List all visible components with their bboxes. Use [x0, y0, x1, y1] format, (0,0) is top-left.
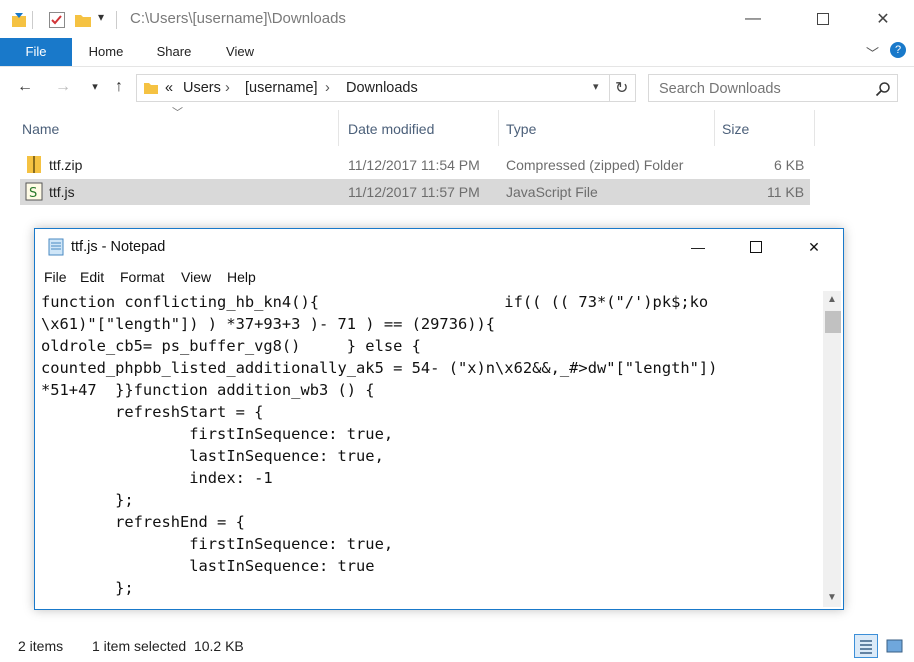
notepad-minimize-button[interactable]: —	[669, 229, 727, 265]
explorer-title-bar: ▾ C:\Users\[username]\Downloads — ✕	[0, 0, 914, 39]
menu-help[interactable]: Help	[227, 269, 256, 285]
notepad-window[interactable]: ttf.js - Notepad — ✕ File Edit Format Vi…	[34, 228, 844, 610]
breadcrumb-separator-icon[interactable]: ›	[325, 80, 330, 96]
menu-format[interactable]: Format	[120, 269, 164, 285]
script-file-icon: S	[25, 182, 43, 201]
menu-edit[interactable]: Edit	[80, 269, 104, 285]
customize-toolbar-chevron-icon[interactable]: ▾	[98, 10, 104, 24]
status-bar: 2 items 1 item selected 10.2 KB	[0, 630, 914, 662]
file-name[interactable]: ttf.zip	[49, 157, 82, 173]
file-name[interactable]: ttf.js	[49, 184, 75, 200]
large-icons-view-button[interactable]	[882, 634, 906, 658]
scrollbar-thumb[interactable]	[825, 311, 841, 333]
sort-indicator-icon: ﹀	[172, 107, 183, 119]
item-count: 2 items	[18, 638, 64, 654]
new-folder-icon[interactable]	[74, 11, 92, 29]
address-history-chevron-icon[interactable]: ▾	[593, 80, 599, 93]
maximize-button[interactable]	[800, 0, 846, 38]
back-arrow-icon: ←	[17, 78, 33, 95]
search-box[interactable]	[648, 74, 898, 102]
breadcrumb-username[interactable]: [username]	[245, 80, 318, 96]
details-view-button[interactable]	[854, 634, 878, 658]
forward-button[interactable]: →	[50, 74, 76, 100]
notepad-title: ttf.js - Notepad	[71, 239, 166, 255]
refresh-icon[interactable]: ↻	[615, 78, 628, 98]
tab-view[interactable]: View	[214, 38, 266, 66]
selection-info: 1 item selected 10.2 KB	[92, 638, 244, 654]
column-header-size[interactable]: Size	[722, 116, 749, 142]
tab-share[interactable]: Share	[146, 38, 202, 66]
minimize-button[interactable]: —	[730, 0, 776, 38]
forward-arrow-icon: →	[55, 78, 71, 95]
column-header-type[interactable]: Type	[506, 116, 536, 142]
minimize-icon: —	[745, 10, 761, 27]
ribbon-tabs: File Home Share View ﹀ ?	[0, 38, 914, 67]
expand-ribbon-chevron-icon[interactable]: ﹀	[866, 43, 879, 62]
tab-file[interactable]: File	[0, 38, 72, 66]
address-bar[interactable]: « Users › [username] › Downloads ▾ ↻	[136, 74, 636, 102]
vertical-scrollbar[interactable]: ▲ ▼	[823, 291, 841, 607]
check-properties-icon[interactable]	[48, 11, 66, 29]
notepad-title-bar[interactable]: ttf.js - Notepad — ✕	[35, 229, 843, 265]
scroll-up-arrow-icon[interactable]: ▲	[823, 291, 841, 309]
column-divider[interactable]	[498, 110, 499, 146]
svg-text:S: S	[29, 186, 37, 201]
file-type: JavaScript File	[506, 184, 598, 200]
file-row-selected[interactable]: S ttf.js 11/12/2017 11:57 PM JavaScript …	[20, 179, 810, 205]
search-input[interactable]	[657, 79, 871, 99]
notepad-text-area[interactable]: function conflicting_hb_kn4(){ if(( (( 7…	[41, 291, 823, 607]
column-header-name[interactable]: Name	[22, 116, 59, 142]
file-date-modified: 11/12/2017 11:57 PM	[348, 184, 480, 200]
notepad-maximize-button[interactable]	[727, 229, 785, 265]
menu-view[interactable]: View	[181, 269, 211, 285]
maximize-icon	[817, 13, 829, 25]
file-size: 6 KB	[774, 157, 805, 173]
zip-folder-icon	[27, 156, 41, 173]
search-icon[interactable]	[875, 81, 891, 97]
notepad-close-button[interactable]: ✕	[785, 229, 843, 265]
file-type: Compressed (zipped) Folder	[506, 157, 684, 173]
minimize-icon: —	[691, 239, 705, 255]
details-view-icon	[860, 640, 872, 654]
close-icon: ✕	[876, 11, 890, 28]
tab-home[interactable]: Home	[78, 38, 134, 66]
folder-icon	[144, 83, 158, 94]
file-size: 11 KB	[767, 184, 805, 200]
breadcrumb-downloads[interactable]: Downloads	[346, 80, 418, 96]
column-divider[interactable]	[814, 110, 815, 146]
file-row[interactable]: ttf.zip 11/12/2017 11:54 PM Compressed (…	[20, 152, 810, 178]
close-icon: ✕	[808, 238, 820, 255]
window-title-path: C:\Users\[username]\Downloads	[130, 10, 346, 27]
notepad-menu-bar: File Edit Format View Help	[35, 267, 843, 289]
large-icons-view-icon	[886, 639, 903, 653]
column-divider[interactable]	[714, 110, 715, 146]
help-icon[interactable]: ?	[890, 42, 906, 58]
back-button[interactable]: ←	[12, 74, 38, 100]
column-header-date-modified[interactable]: Date modified	[348, 116, 434, 142]
menu-file[interactable]: File	[44, 269, 67, 285]
close-button[interactable]: ✕	[860, 0, 906, 38]
notepad-icon	[48, 238, 64, 256]
breadcrumb-overflow[interactable]: «	[165, 80, 173, 96]
up-button[interactable]: ↑	[106, 74, 132, 100]
scroll-down-arrow-icon[interactable]: ▼	[823, 589, 841, 607]
properties-icon[interactable]	[10, 11, 28, 29]
file-date-modified: 11/12/2017 11:54 PM	[348, 157, 480, 173]
up-arrow-icon: ↑	[115, 78, 123, 95]
recent-locations-button[interactable]: ▾	[82, 74, 108, 100]
chevron-down-icon: ▾	[92, 81, 98, 93]
breadcrumb-users[interactable]: Users	[183, 80, 221, 96]
column-divider[interactable]	[338, 110, 339, 146]
maximize-icon	[750, 241, 762, 253]
breadcrumb-separator-icon[interactable]: ›	[225, 80, 230, 96]
